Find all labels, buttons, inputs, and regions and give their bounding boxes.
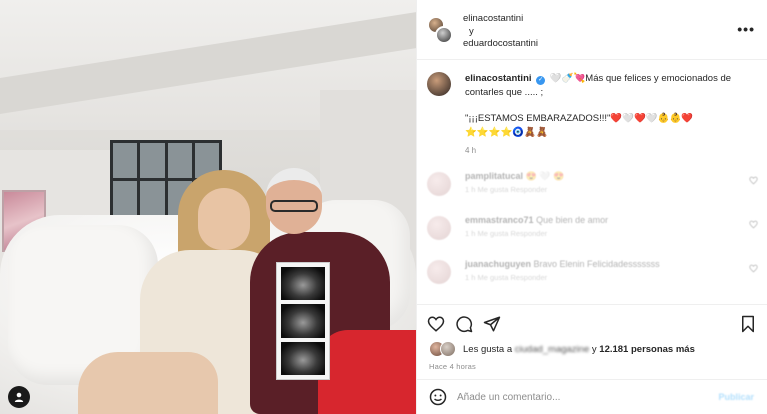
- likes-text: Les gusta a ciudad_magazine y 12.181 per…: [463, 344, 695, 355]
- add-comment-bar: Publicar: [417, 379, 767, 414]
- post-timestamp: Hace 4 horas: [429, 362, 477, 371]
- comment-username[interactable]: pamplitatucal: [465, 171, 523, 181]
- share-button[interactable]: [483, 315, 501, 333]
- comment-text: juanachuguyen Bravo Elenin Felicidadesss…: [465, 258, 756, 271]
- photo-glasses: [270, 200, 318, 212]
- comment-body: Que bien de amor: [536, 215, 609, 225]
- likes-user[interactable]: ciudad_magazine: [515, 344, 589, 355]
- send-icon: [483, 316, 501, 332]
- comment-text: pamplitatucal 😍 🤍 😍: [465, 170, 756, 183]
- user-icon: [14, 392, 24, 402]
- likes-suffix: y: [591, 343, 597, 355]
- avatar[interactable]: [427, 72, 451, 96]
- like-button[interactable]: [427, 315, 445, 333]
- comment-username[interactable]: juanachuguyen: [465, 259, 531, 269]
- header-user-link[interactable]: elinacostantini: [463, 13, 538, 26]
- comment-meta: 1 h Me gusta Responder: [465, 273, 548, 282]
- heart-icon[interactable]: [749, 220, 758, 229]
- comment-input[interactable]: [457, 391, 717, 403]
- comment-icon: [456, 316, 473, 333]
- comment-body: 😍 🤍 😍: [525, 171, 565, 181]
- comment-meta: 1 h Me gusta Responder: [465, 229, 548, 238]
- collab-avatars[interactable]: [427, 16, 455, 46]
- avatar[interactable]: [427, 216, 451, 240]
- heart-icon[interactable]: [749, 264, 758, 273]
- action-bar: [417, 304, 767, 340]
- heart-icon: [427, 316, 445, 332]
- caption-username[interactable]: elinacostantini: [465, 73, 532, 84]
- comment-text: emmastranco71 Que bien de amor: [465, 214, 756, 227]
- caption-time: 4 h: [465, 146, 477, 155]
- avatar[interactable]: [427, 172, 451, 196]
- emoji-icon: [429, 388, 447, 406]
- post-caption: elinacostantini ✓ 🤍🍼💘Más que felices y e…: [417, 62, 767, 155]
- header-user-link[interactable]: eduardocostantini: [463, 38, 538, 51]
- post-photo[interactable]: [0, 0, 416, 414]
- more-options-button[interactable]: •••: [737, 22, 755, 36]
- avatar[interactable]: [427, 260, 451, 284]
- likes-count[interactable]: 12.181 personas más: [599, 344, 695, 355]
- emoji-button[interactable]: [429, 388, 447, 406]
- bookmark-icon: [742, 315, 754, 333]
- tagged-users-button[interactable]: [8, 386, 30, 408]
- caption-text: elinacostantini ✓ 🤍🍼💘Más que felices y e…: [465, 72, 735, 140]
- likes-summary[interactable]: Les gusta a ciudad_magazine y 12.181 per…: [429, 340, 756, 358]
- photo-woman-face: [198, 188, 250, 250]
- post-header: elinacostantini y eduardocostantini •••: [417, 0, 767, 60]
- comment-button[interactable]: [455, 315, 473, 333]
- comment-item: pamplitatucal 😍 🤍 😍 1 h Me gusta Respond…: [417, 166, 767, 210]
- photo-sonogram: [276, 262, 330, 380]
- comment-body: Bravo Elenin Felicidadesssssss: [533, 259, 660, 269]
- comment-meta: 1 h Me gusta Responder: [465, 185, 548, 194]
- comments-list: pamplitatucal 😍 🤍 😍 1 h Me gusta Respond…: [417, 166, 767, 302]
- caption-line2: "¡¡¡ESTAMOS EMBARAZADOS!!!"❤️🤍❤️🤍👶👶❤️: [465, 113, 694, 124]
- photo-man-shorts: [318, 330, 416, 414]
- publish-button[interactable]: Publicar: [718, 392, 754, 402]
- likes-prefix: Les gusta a: [463, 343, 513, 355]
- avatar[interactable]: [435, 26, 453, 44]
- avatar: [440, 341, 456, 357]
- comment-item: juanachuguyen Bravo Elenin Felicidadesss…: [417, 254, 767, 298]
- likes-section: Les gusta a ciudad_magazine y 12.181 per…: [417, 340, 767, 371]
- comment-item: emmastranco71 Que bien de amor 1 h Me gu…: [417, 210, 767, 254]
- verified-badge-icon: ✓: [536, 76, 546, 85]
- photo-woman-legs: [78, 352, 218, 414]
- comment-username[interactable]: emmastranco71: [465, 215, 534, 225]
- collab-names: elinacostantini y eduardocostantini: [463, 13, 538, 51]
- header-conjunction: y: [469, 25, 474, 37]
- save-button[interactable]: [739, 315, 757, 333]
- caption-line3: ⭐⭐⭐⭐🧿🧸🧸: [465, 127, 548, 138]
- heart-icon[interactable]: [749, 176, 758, 185]
- post-panel: elinacostantini y eduardocostantini ••• …: [416, 0, 767, 414]
